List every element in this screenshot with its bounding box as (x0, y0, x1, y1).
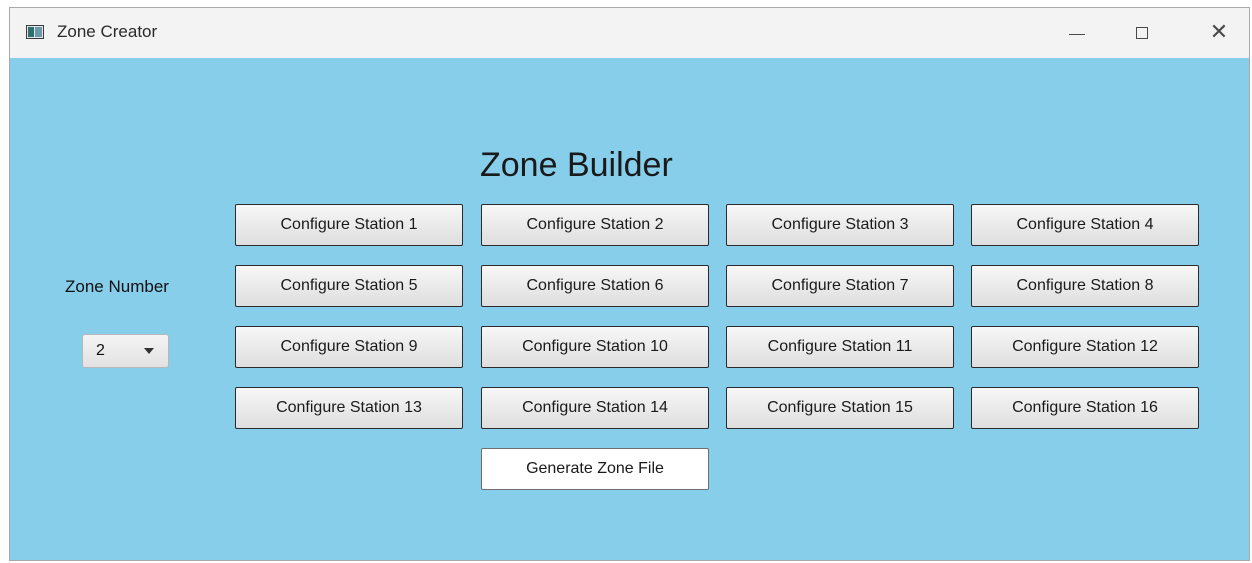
maximize-button[interactable] (1120, 8, 1164, 58)
configure-station-15-button[interactable]: Configure Station 15 (726, 387, 954, 429)
configure-station-10-button[interactable]: Configure Station 10 (481, 326, 709, 368)
configure-station-11-button[interactable]: Configure Station 11 (726, 326, 954, 368)
zone-number-select[interactable]: 2 (82, 334, 169, 368)
close-icon: ✕ (1209, 20, 1229, 45)
zone-number-label: Zone Number (65, 277, 169, 296)
configure-station-6-button[interactable]: Configure Station 6 (481, 265, 709, 307)
zone-number-value: 2 (96, 342, 105, 359)
chevron-down-icon (144, 348, 154, 354)
generate-zone-file-button[interactable]: Generate Zone File (481, 448, 709, 490)
configure-station-4-button[interactable]: Configure Station 4 (971, 204, 1199, 246)
minimize-button[interactable] (1055, 8, 1099, 58)
page-title: Zone Builder (480, 146, 673, 184)
configure-station-7-button[interactable]: Configure Station 7 (726, 265, 954, 307)
configure-station-1-button[interactable]: Configure Station 1 (235, 204, 463, 246)
app-window: Zone Creator ✕ Zone Builder Zone Number … (9, 7, 1250, 561)
minimize-icon (1069, 33, 1085, 35)
configure-station-8-button[interactable]: Configure Station 8 (971, 265, 1199, 307)
configure-station-3-button[interactable]: Configure Station 3 (726, 204, 954, 246)
window-title: Zone Creator (57, 22, 158, 41)
configure-station-13-button[interactable]: Configure Station 13 (235, 387, 463, 429)
configure-station-2-button[interactable]: Configure Station 2 (481, 204, 709, 246)
configure-station-12-button[interactable]: Configure Station 12 (971, 326, 1199, 368)
configure-station-16-button[interactable]: Configure Station 16 (971, 387, 1199, 429)
maximize-icon (1136, 27, 1148, 39)
close-button[interactable]: ✕ (1197, 8, 1241, 58)
title-bar[interactable]: Zone Creator ✕ (10, 8, 1249, 58)
app-icon (26, 25, 44, 39)
configure-station-14-button[interactable]: Configure Station 14 (481, 387, 709, 429)
configure-station-9-button[interactable]: Configure Station 9 (235, 326, 463, 368)
configure-station-5-button[interactable]: Configure Station 5 (235, 265, 463, 307)
